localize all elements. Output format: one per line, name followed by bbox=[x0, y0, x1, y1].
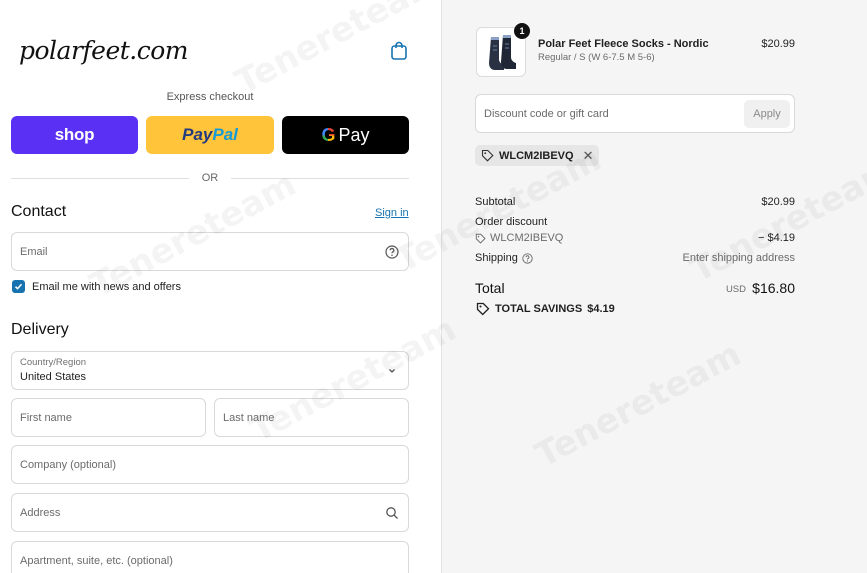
sign-in-link[interactable]: Sign in bbox=[375, 207, 409, 219]
divider-left bbox=[11, 178, 189, 179]
delivery-heading: Delivery bbox=[11, 321, 69, 338]
help-circle-icon[interactable] bbox=[522, 252, 533, 264]
subtotal-label: Subtotal bbox=[475, 196, 516, 208]
paypal-label-part2: Pal bbox=[212, 125, 238, 144]
contact-heading: Contact bbox=[11, 203, 67, 220]
address-placeholder: Address bbox=[20, 506, 61, 519]
tag-icon bbox=[475, 233, 486, 244]
paypal-button[interactable]: Pay Pal bbox=[146, 116, 274, 154]
product-price: $20.99 bbox=[761, 38, 795, 50]
tag-icon bbox=[481, 149, 494, 162]
shipping-label: Shipping bbox=[475, 252, 518, 264]
shopping-bag-icon[interactable] bbox=[390, 41, 408, 60]
order-discount-code-row: WLCM2IBEVQ bbox=[475, 232, 563, 244]
order-discount-label: Order discount bbox=[475, 216, 548, 228]
first-name-placeholder: First name bbox=[20, 411, 72, 424]
shop-pay-button[interactable]: shop bbox=[11, 116, 138, 154]
discount-code-field[interactable]: Discount code or gift card Apply bbox=[475, 94, 795, 133]
address-field[interactable]: Address bbox=[11, 493, 409, 532]
email-field[interactable]: Email bbox=[11, 232, 409, 271]
divider-right bbox=[231, 178, 409, 179]
apply-button[interactable]: Apply bbox=[744, 100, 790, 128]
chevron-down-icon bbox=[385, 364, 399, 378]
subtotal-value: $20.99 bbox=[761, 196, 795, 208]
company-placeholder: Company (optional) bbox=[20, 458, 116, 471]
shipping-value: Enter shipping address bbox=[682, 252, 795, 264]
discount-placeholder: Discount code or gift card bbox=[484, 108, 609, 120]
google-pay-button[interactable]: G Pay bbox=[282, 116, 409, 154]
order-discount-code: WLCM2IBEVQ bbox=[490, 232, 564, 244]
paypal-label-part1: Pay bbox=[182, 125, 213, 144]
store-logo[interactable]: polarfeet.com bbox=[19, 36, 189, 65]
checkmark-icon bbox=[14, 283, 23, 290]
search-icon bbox=[385, 506, 399, 520]
country-label: Country/Region bbox=[20, 357, 87, 368]
apartment-field[interactable]: Apartment, suite, etc. (optional) bbox=[11, 541, 409, 573]
help-circle-icon[interactable] bbox=[385, 244, 399, 259]
applied-discount-chip: WLCM2IBEVQ ✕ bbox=[475, 145, 600, 166]
country-value: United States bbox=[20, 371, 87, 383]
savings-label: TOTAL SAVINGS bbox=[495, 303, 583, 315]
total-value: $16.80 bbox=[752, 280, 795, 296]
google-pay-label: Pay bbox=[338, 124, 370, 145]
total-currency: USD bbox=[725, 284, 746, 295]
last-name-field[interactable]: Last name bbox=[214, 398, 409, 437]
company-field[interactable]: Company (optional) bbox=[11, 445, 409, 484]
tag-icon bbox=[476, 302, 490, 316]
quantity-badge: 1 bbox=[514, 23, 530, 39]
savings-value: $4.19 bbox=[587, 303, 615, 315]
product-name: Polar Feet Fleece Socks - Nordic bbox=[538, 38, 709, 50]
remove-discount-close-icon[interactable]: ✕ bbox=[583, 148, 594, 164]
google-g-icon: G bbox=[321, 124, 336, 145]
order-discount-value: − $4.19 bbox=[757, 232, 795, 244]
last-name-placeholder: Last name bbox=[223, 411, 275, 424]
newsletter-label: Email me with news and offers bbox=[32, 281, 181, 293]
shipping-row: Shipping bbox=[475, 252, 533, 264]
total-label: Total bbox=[475, 280, 505, 296]
order-summary-panel bbox=[442, 0, 867, 573]
first-name-field[interactable]: First name bbox=[11, 398, 206, 437]
newsletter-checkbox[interactable] bbox=[12, 280, 25, 293]
apartment-placeholder: Apartment, suite, etc. (optional) bbox=[20, 554, 173, 567]
or-divider-text: OR bbox=[201, 172, 219, 184]
express-checkout-label: Express checkout bbox=[166, 91, 254, 103]
total-savings: TOTAL SAVINGS $4.19 bbox=[476, 302, 615, 316]
email-placeholder: Email bbox=[20, 245, 48, 258]
country-select[interactable]: Country/Region United States bbox=[11, 351, 409, 390]
applied-code: WLCM2IBEVQ bbox=[499, 149, 574, 162]
product-variant: Regular / S (W 6-7.5 M 5-6) bbox=[538, 52, 655, 63]
shop-pay-label: shop bbox=[54, 125, 95, 144]
